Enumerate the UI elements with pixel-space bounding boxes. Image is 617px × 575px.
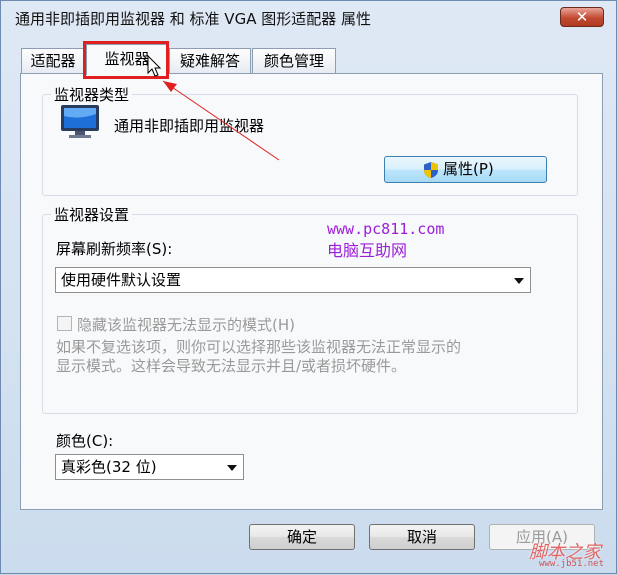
refresh-rate-value: 使用硬件默认设置 (61, 271, 182, 289)
monitor-type-label: 监视器类型 (51, 84, 133, 105)
colors-value: 真彩色(32 位) (61, 458, 157, 476)
uac-shield-icon (424, 162, 438, 178)
description-line-2: 显示模式。这样会导致无法显示并且/或者损坏硬件。 (56, 357, 407, 375)
close-icon: ✕ (575, 8, 589, 26)
hide-modes-description: 如果不复选该项，则你可以选择那些该监视器无法正常显示的 显示模式。这样会导致无法… (56, 338, 556, 376)
refresh-rate-label: 屏幕刷新频率(S): (56, 240, 173, 258)
tab-troubleshoot[interactable]: 疑难解答 (169, 48, 251, 74)
chevron-down-icon (227, 465, 237, 471)
properties-button[interactable]: 属性(P) (384, 156, 547, 183)
chevron-down-icon (514, 278, 524, 284)
hide-modes-checkbox[interactable] (57, 316, 72, 331)
tab-panel: 监视器类型 通用非即插即用监视器 属性(P) 监视器设置 屏幕刷新频率(S): … (20, 73, 603, 510)
colors-label: 颜色(C): (56, 432, 114, 450)
ok-button[interactable]: 确定 (249, 524, 355, 550)
monitor-icon (61, 105, 99, 138)
properties-button-label: 属性(P) (443, 160, 494, 178)
close-button[interactable]: ✕ (560, 7, 604, 27)
tab-adapter[interactable]: 适配器 (21, 48, 85, 74)
cancel-button[interactable]: 取消 (369, 524, 475, 550)
tab-color-management[interactable]: 颜色管理 (252, 48, 336, 74)
properties-window: 通用非即插即用监视器 和 标准 VGA 图形适配器 属性 ✕ 适配器 监视器 疑… (0, 0, 617, 574)
corner-watermark-url: www.jb51.net (539, 559, 605, 569)
hide-modes-label: 隐藏该监视器无法显示的模式(H) (77, 316, 295, 334)
monitor-settings-label: 监视器设置 (51, 204, 133, 225)
monitor-name: 通用非即插即用监视器 (114, 117, 265, 135)
watermark-site-name: 电脑互助网 (327, 241, 408, 260)
refresh-rate-dropdown[interactable]: 使用硬件默认设置 (55, 267, 531, 293)
colors-dropdown[interactable]: 真彩色(32 位) (55, 454, 244, 480)
window-title: 通用非即插即用监视器 和 标准 VGA 图形适配器 属性 (15, 10, 371, 28)
description-line-1: 如果不复选该项，则你可以选择那些该监视器无法正常显示的 (56, 338, 462, 356)
annotation-highlight-box (83, 41, 169, 79)
watermark-url: www.pc811.com (327, 220, 445, 238)
